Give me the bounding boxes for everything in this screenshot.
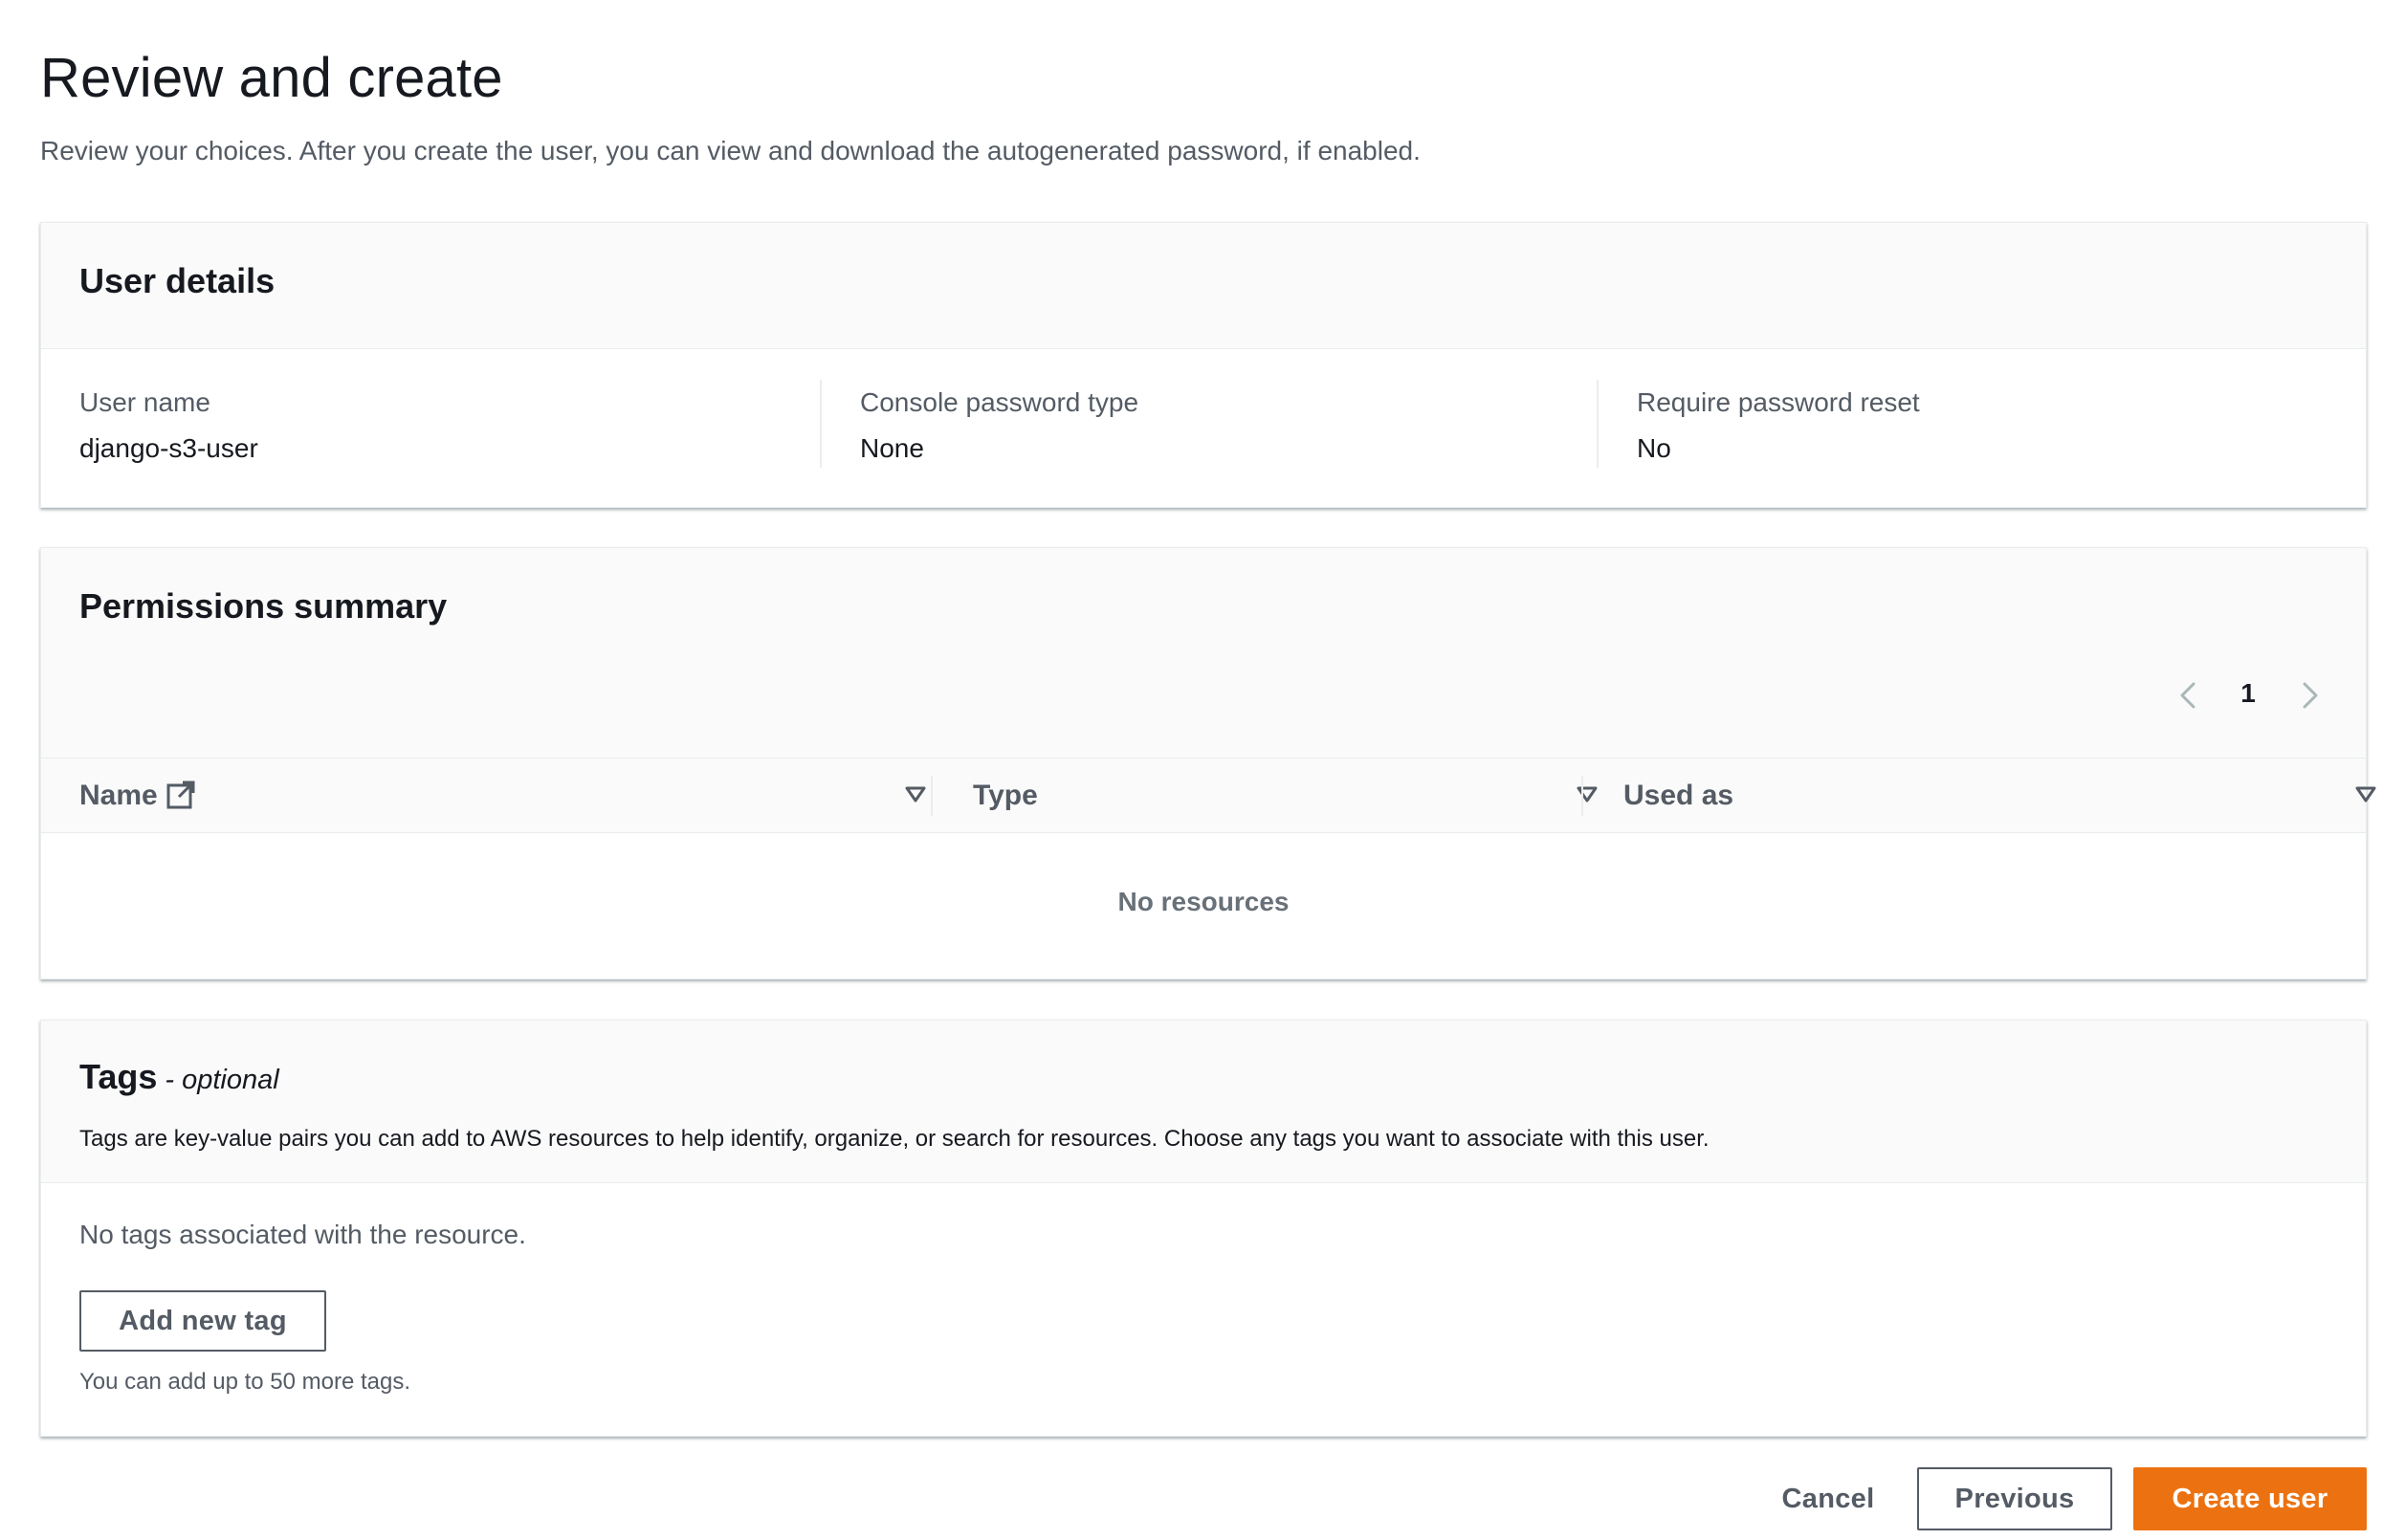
column-used-as-label: Used as [1623, 780, 1734, 811]
create-user-button[interactable]: Create user [2133, 1467, 2367, 1530]
sort-caret-down-icon[interactable] [2352, 781, 2379, 808]
previous-button[interactable]: Previous [1917, 1467, 2112, 1530]
field-console-password-type: Console password type None [820, 380, 1597, 468]
field-label: Console password type [860, 387, 1139, 417]
add-new-tag-button[interactable]: Add new tag [79, 1290, 326, 1352]
permissions-empty-row: No resources [41, 833, 2366, 977]
empty-state-text: No resources [1117, 887, 1290, 916]
page-title: Review and create [40, 47, 503, 109]
tags-header: Tags - optional Tags are key-value pairs … [41, 1021, 2366, 1183]
permissions-title: Permissions summary [79, 586, 448, 626]
permissions-summary-card: Permissions summary 1 Name Type Used as … [40, 547, 2376, 979]
sort-caret-down-icon[interactable] [1574, 781, 1600, 808]
optional-label: - optional [165, 1065, 279, 1095]
column-divider [931, 776, 933, 816]
user-details-card: User details User name django-s3-user Co… [40, 222, 2367, 508]
chevron-right-icon[interactable] [2291, 678, 2326, 713]
column-name-label: Name [79, 780, 158, 811]
chevron-left-icon[interactable] [2173, 678, 2207, 713]
pagination: 1 [2173, 672, 2326, 720]
no-tags-text: No tags associated with the resource. [79, 1220, 526, 1249]
field-require-password-reset: Require password reset No [1597, 380, 2343, 468]
tags-body: No tags associated with the resource. Ad… [41, 1183, 2366, 1438]
external-link-icon[interactable] [165, 780, 196, 810]
field-value: No [1637, 433, 1671, 463]
pagination-current-page[interactable]: 1 [2234, 678, 2262, 709]
sort-caret-down-icon[interactable] [902, 781, 929, 808]
tags-title-text: Tags [79, 1057, 158, 1096]
tags-card: Tags - optional Tags are key-value pairs … [40, 1020, 2367, 1437]
column-type-label: Type [973, 780, 1038, 811]
user-details-title: User details [79, 261, 276, 300]
tags-limit-hint: You can add up to 50 more tags. [79, 1369, 411, 1395]
column-type[interactable]: Type [973, 759, 1604, 833]
user-details-header: User details [41, 223, 2366, 349]
column-used-as[interactable]: Used as [1623, 759, 2376, 833]
field-value: None [860, 433, 924, 463]
cancel-button[interactable]: Cancel [1756, 1467, 1900, 1530]
user-details-grid: User name django-s3-user Console passwor… [41, 349, 2366, 507]
field-label: Require password reset [1637, 387, 1920, 417]
field-user-name: User name django-s3-user [79, 380, 826, 468]
review-and-create-page: Review and create Review your choices. A… [0, 0, 2405, 1540]
column-divider [1581, 776, 1583, 816]
permissions-header: Permissions summary 1 [41, 548, 2366, 759]
tags-title: Tags - optional [79, 1057, 279, 1097]
page-description: Review your choices. After you create th… [40, 136, 1421, 165]
field-label: User name [79, 387, 210, 417]
column-name[interactable]: Name [79, 759, 950, 833]
field-value: django-s3-user [79, 433, 258, 463]
permissions-table-header: Name Type Used as [41, 759, 2376, 833]
tags-description: Tags are key-value pairs you can add to … [79, 1126, 1710, 1152]
